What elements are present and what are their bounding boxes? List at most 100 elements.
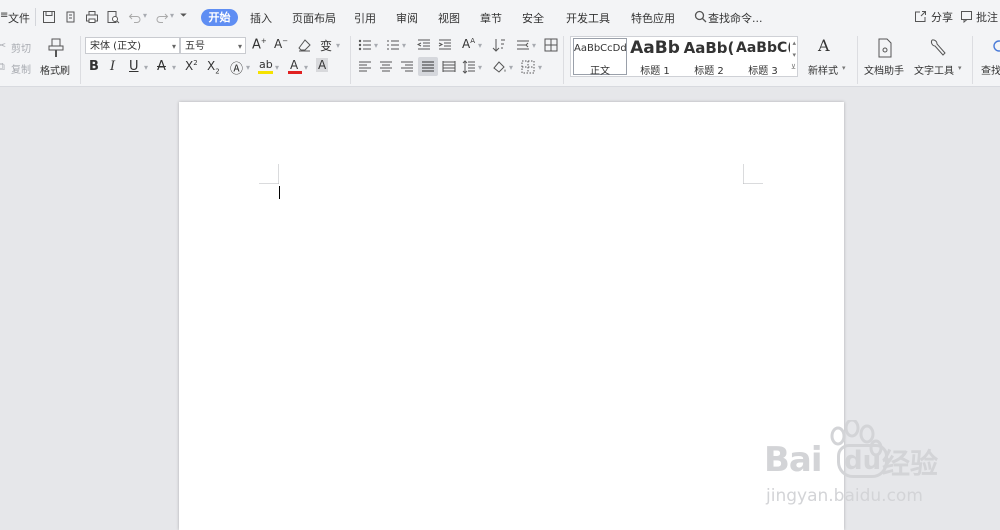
- find-label: 查找: [981, 66, 1000, 77]
- change-case-icon[interactable]: AA: [462, 37, 475, 51]
- chevron-down-icon: ▾: [958, 64, 962, 72]
- underline-icon[interactable]: U: [129, 59, 139, 74]
- align-left-icon[interactable]: [358, 60, 372, 74]
- align-center-icon[interactable]: [379, 60, 393, 74]
- copy-icon: ⧉: [0, 60, 5, 73]
- chevron-down-icon[interactable]: ▾: [304, 63, 308, 72]
- style-preview: AaBb(: [683, 39, 735, 57]
- bold-icon[interactable]: B: [89, 59, 99, 74]
- tab-page-layout[interactable]: 页面布局: [292, 10, 336, 26]
- comment-label: 批注: [976, 11, 998, 24]
- text-tools-label: 文字工具: [914, 66, 954, 77]
- paragraph-marks-icon[interactable]: [516, 38, 530, 52]
- strikethrough-icon[interactable]: A: [157, 59, 166, 74]
- customize-quick-access-icon[interactable]: ⏷: [180, 11, 187, 21]
- shading-icon[interactable]: [492, 60, 507, 74]
- clear-format-icon[interactable]: [297, 38, 312, 52]
- tab-review[interactable]: 审阅: [396, 10, 418, 26]
- top-left-margin-mark: [259, 164, 279, 184]
- scissors-icon: ✂: [0, 39, 7, 52]
- find-button[interactable]: 查找: [978, 36, 1000, 80]
- file-menu[interactable]: 文件: [8, 10, 30, 26]
- subscript-icon[interactable]: X2: [207, 59, 220, 75]
- highlight-color-swatch: [258, 71, 273, 74]
- tab-insert[interactable]: 插入: [250, 10, 272, 26]
- chevron-down-icon[interactable]: ▾: [478, 63, 482, 72]
- tab-references[interactable]: 引用: [354, 10, 376, 26]
- save-icon[interactable]: [42, 10, 56, 24]
- highlight-color-button[interactable]: ab: [258, 58, 274, 74]
- undo-icon[interactable]: [128, 10, 142, 24]
- font-name-select[interactable]: 宋体 (正文) ▾: [85, 37, 180, 54]
- numbered-list-icon[interactable]: [386, 38, 400, 52]
- output-pdf-icon[interactable]: [64, 10, 78, 24]
- distributed-align-icon[interactable]: [442, 60, 456, 74]
- style-normal[interactable]: AaBbCcDd 正文: [573, 38, 627, 77]
- style-heading-2[interactable]: AaBb( 标题 2: [682, 37, 736, 77]
- chevron-down-icon[interactable]: ▾: [509, 63, 513, 72]
- font-size-select[interactable]: 五号 ▾: [180, 37, 246, 54]
- chevron-down-icon[interactable]: ▾: [532, 41, 536, 50]
- chevron-down-icon: ▾: [842, 64, 846, 72]
- chevron-down-icon[interactable]: ▾: [402, 41, 406, 50]
- redo-icon[interactable]: [155, 10, 169, 24]
- gallery-scroll-up-icon[interactable]: ▴: [792, 39, 796, 47]
- font-color-button[interactable]: A: [288, 58, 302, 74]
- tab-security[interactable]: 安全: [522, 10, 544, 26]
- text-effect-icon[interactable]: Ⓐ: [230, 58, 243, 77]
- gallery-expand-icon[interactable]: ⊻: [791, 63, 796, 71]
- decrease-indent-icon[interactable]: [417, 38, 431, 52]
- tab-home[interactable]: 开始: [201, 9, 238, 26]
- align-right-icon[interactable]: [400, 60, 414, 74]
- superscript-icon[interactable]: X2: [185, 59, 198, 73]
- phonetic-guide-icon[interactable]: 变: [320, 37, 332, 54]
- tab-chapter[interactable]: 章节: [480, 10, 502, 26]
- watermark-brand-suffix: 经验: [882, 447, 939, 480]
- redo-dropdown-icon[interactable]: ▾: [170, 11, 174, 20]
- print-icon[interactable]: [85, 10, 99, 24]
- format-painter-button[interactable]: 格式刷: [38, 36, 74, 80]
- style-gallery: AaBbCcDd 正文 AaBb 标题 1 AaBb( 标题 2 AaBbC( …: [570, 36, 798, 77]
- increase-indent-icon[interactable]: [438, 38, 452, 52]
- tab-view[interactable]: 视图: [438, 10, 460, 26]
- borders-icon[interactable]: [521, 60, 535, 74]
- style-heading-3[interactable]: AaBbC( 标题 3: [736, 37, 790, 77]
- print-preview-icon[interactable]: [106, 10, 120, 24]
- tab-special-apps[interactable]: 特色应用: [631, 10, 675, 26]
- share-icon: [915, 11, 926, 22]
- chevron-down-icon[interactable]: ▾: [246, 63, 250, 72]
- grow-font-icon[interactable]: A+: [252, 37, 267, 52]
- chevron-down-icon[interactable]: ▾: [172, 63, 176, 72]
- gallery-scroll-down-icon[interactable]: ▾: [792, 51, 796, 59]
- undo-dropdown-icon[interactable]: ▾: [143, 11, 147, 20]
- text-tools-button[interactable]: 文字工具 ▾: [912, 36, 966, 80]
- table-icon[interactable]: [544, 38, 558, 52]
- sort-icon[interactable]: [492, 38, 506, 52]
- justify-button[interactable]: [418, 57, 438, 76]
- chevron-down-icon[interactable]: ▾: [538, 63, 542, 72]
- document-page[interactable]: [179, 102, 844, 530]
- italic-icon[interactable]: I: [110, 59, 115, 74]
- chevron-down-icon[interactable]: ▾: [374, 41, 378, 50]
- bullet-list-icon[interactable]: [358, 38, 372, 52]
- baidu-jingyan-watermark: Bai du 经验 jingyan.baidu.com: [762, 420, 962, 520]
- chevron-down-icon[interactable]: ▾: [275, 63, 279, 72]
- watermark-url: jingyan.baidu.com: [766, 486, 923, 506]
- chevron-down-icon: ▾: [237, 42, 242, 51]
- character-shading-icon[interactable]: A: [316, 58, 329, 72]
- chevron-down-icon[interactable]: ▾: [336, 41, 340, 50]
- doc-helper-label: 文档助手: [864, 66, 904, 77]
- new-style-button[interactable]: A 新样式 ▾: [806, 36, 848, 80]
- top-right-margin-mark: [743, 164, 763, 184]
- line-spacing-icon[interactable]: [462, 60, 476, 74]
- chevron-down-icon[interactable]: ▾: [478, 41, 482, 50]
- chevron-down-icon[interactable]: ▾: [144, 63, 148, 72]
- shrink-font-icon[interactable]: A−: [274, 37, 288, 51]
- tab-developer-tools[interactable]: 开发工具: [566, 10, 610, 26]
- font-color-swatch: [288, 71, 302, 74]
- style-preview: AaBb: [630, 38, 680, 58]
- style-heading-1[interactable]: AaBb 标题 1: [628, 37, 682, 77]
- doc-helper-button[interactable]: 文档助手: [862, 36, 908, 80]
- style-preview: AaBbC(: [736, 40, 790, 56]
- style-label: 标题 1: [640, 66, 670, 77]
